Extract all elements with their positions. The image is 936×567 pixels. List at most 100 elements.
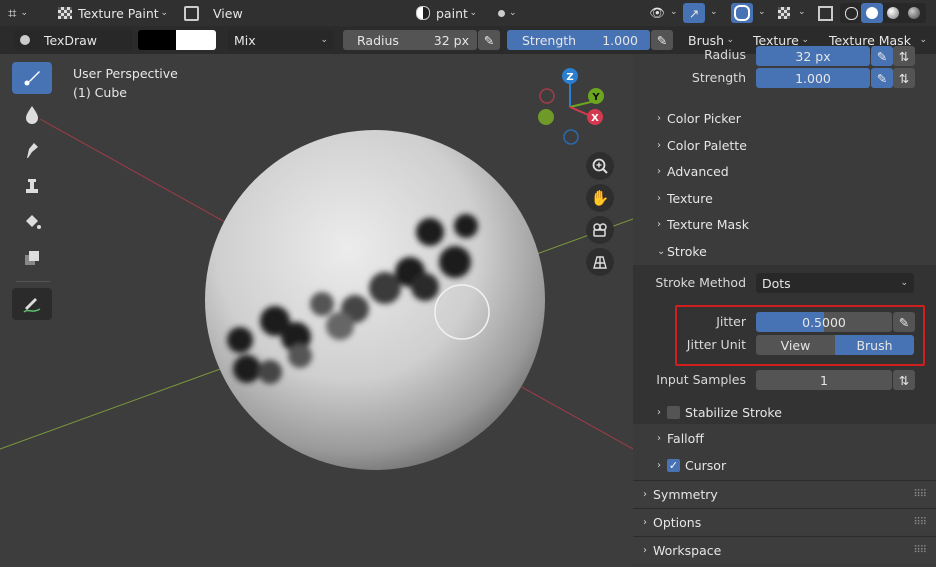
panel-workspace[interactable]: › Workspace ⠿⠿	[633, 537, 936, 563]
input-samples-label: Input Samples	[656, 372, 746, 387]
drag-grip-icon[interactable]: ⠿⠿	[913, 489, 927, 500]
radius-value: 32 px	[433, 32, 469, 48]
panel-color-palette[interactable]: › Color Palette	[633, 132, 936, 158]
blend-mode-label: Mix	[234, 32, 256, 48]
primary-color-swatch[interactable]	[138, 30, 176, 50]
jitter-unit-brush-label: Brush	[856, 337, 893, 353]
chevron-down-icon: ⌄	[509, 8, 517, 18]
blend-mode-dropdown[interactable]: Mix ⌄	[228, 30, 334, 50]
input-samples-unified-icon[interactable]: ⇅	[893, 370, 915, 390]
brush-selector[interactable]: TexDraw	[14, 30, 132, 50]
overlay-icon[interactable]	[731, 3, 753, 23]
tool-divider	[16, 281, 50, 282]
view-menu[interactable]: View	[213, 3, 243, 23]
radius-field[interactable]: Radius 32 px	[343, 30, 477, 50]
rendered-icon[interactable]	[903, 3, 925, 23]
panel-options[interactable]: › Options ⠿⠿	[633, 509, 936, 535]
drag-grip-icon[interactable]: ⠿⠿	[913, 517, 927, 528]
panel-stabilize-stroke[interactable]: › Stabilize Stroke	[633, 399, 936, 425]
paint-mode-dropdown[interactable]: paint ⌄	[410, 3, 483, 23]
chevron-down-icon: ⌄	[670, 7, 678, 17]
draw-brush-icon[interactable]	[12, 62, 52, 94]
panel-symmetry[interactable]: › Symmetry ⠿⠿	[633, 481, 936, 507]
eye-icon[interactable]: 👁	[646, 3, 668, 23]
panel-label: Stroke	[667, 243, 707, 259]
chevron-right-icon: ›	[657, 432, 661, 444]
panel-label: Advanced	[667, 163, 729, 179]
chevron-down-icon: ⌄	[919, 35, 927, 45]
stabilize-checkbox[interactable]	[667, 405, 680, 419]
jitter-field[interactable]: 0.5000	[756, 312, 892, 332]
panel-label: Texture	[667, 190, 713, 206]
panel-stroke[interactable]: ⌄ Stroke	[633, 238, 936, 264]
sidebar-radius-field[interactable]: 32 px	[756, 46, 870, 66]
annotate-icon[interactable]	[12, 288, 52, 320]
chevron-right-icon: ›	[657, 192, 661, 204]
solid-icon[interactable]	[861, 3, 883, 23]
drag-grip-icon[interactable]: ⠿⠿	[913, 545, 927, 556]
toggle-xray-icon[interactable]	[814, 3, 836, 23]
wireframe-icon[interactable]	[840, 3, 862, 23]
perspective-label: User Perspective	[73, 66, 178, 81]
panel-texture[interactable]: › Texture	[633, 185, 936, 211]
jitter-pressure-icon[interactable]: ✎	[893, 312, 915, 332]
pressure-strength-sidebar-icon[interactable]: ✎	[871, 68, 893, 88]
xray-icon[interactable]	[773, 3, 795, 23]
fill-brush-icon[interactable]	[12, 206, 52, 238]
header-bar: ⌗ ⌄ Texture Paint ⌄ View paint ⌄ ⌄ 👁 ⌄ ↗ …	[0, 0, 936, 26]
chevron-down-icon: ⌄	[160, 8, 168, 18]
pan-hand-icon[interactable]: ✋	[586, 184, 614, 212]
paint-mode-label: paint	[436, 5, 468, 21]
panel-cursor[interactable]: › ✓ Cursor	[633, 452, 936, 478]
secondary-color-swatch[interactable]	[176, 30, 216, 50]
panel-label: Options	[653, 514, 702, 530]
texture-paint-icon	[58, 7, 72, 19]
sidebar-strength-field[interactable]: 1.000	[756, 68, 870, 88]
paint-mode-icon	[416, 6, 430, 20]
strength-field[interactable]: Strength 1.000	[507, 30, 650, 50]
pivot-dropdown[interactable]: ⌄	[492, 3, 526, 23]
mode-dropdown[interactable]: Texture Paint ⌄	[52, 3, 174, 23]
mode-label: Texture Paint	[78, 5, 159, 21]
chevron-down-icon: ⌄	[657, 245, 666, 257]
chevron-down-icon: ⌄	[710, 7, 718, 17]
panel-label: Color Picker	[667, 110, 741, 126]
chevron-down-icon: ⌄	[758, 7, 766, 17]
jitter-value: 0.5000	[802, 315, 846, 330]
mask-brush-icon[interactable]	[12, 242, 52, 274]
panel-texture-mask[interactable]: › Texture Mask	[633, 211, 936, 237]
3d-viewport[interactable]: User Perspective (1) Cube Z Y X ✋	[0, 54, 633, 567]
chevron-right-icon: ›	[657, 112, 661, 124]
gizmo-icon[interactable]: ↗	[683, 3, 705, 23]
camera-icon[interactable]	[586, 216, 614, 244]
transform-menu[interactable]: ⌗ ⌄	[8, 3, 28, 23]
panel-color-picker[interactable]: › Color Picker	[633, 105, 936, 131]
zoom-icon[interactable]	[586, 152, 614, 180]
unified-icon[interactable]: ⇅	[893, 46, 915, 66]
jitter-label: Jitter	[716, 314, 746, 329]
jitter-unit-brush-button[interactable]: Brush	[835, 335, 914, 355]
sidebar-radius-value: 32 px	[795, 48, 831, 64]
soften-brush-icon[interactable]	[12, 98, 52, 130]
panel-label: Falloff	[667, 430, 704, 446]
properties-sidebar[interactable]: Radius 32 px ✎ ⇅ Strength 1.000 ✎ ⇅ › Col…	[633, 46, 936, 567]
clone-brush-icon[interactable]	[12, 170, 52, 202]
input-samples-field[interactable]: 1	[756, 370, 892, 390]
stroke-method-dropdown[interactable]: Dots ⌄	[756, 273, 914, 293]
tool-shelf	[12, 62, 54, 324]
pressure-radius-icon[interactable]: ✎	[478, 30, 500, 50]
radius-label: Radius	[357, 32, 399, 48]
chevron-right-icon: ›	[657, 218, 661, 230]
chevron-right-icon: ›	[657, 406, 661, 418]
grid-projection-icon[interactable]	[586, 248, 614, 276]
cursor-checkbox[interactable]: ✓	[667, 458, 680, 472]
smear-brush-icon[interactable]	[12, 134, 52, 166]
copy-icon[interactable]	[180, 3, 202, 23]
material-icon[interactable]	[882, 3, 904, 23]
navigation-gizmo[interactable]: Z Y X	[530, 64, 610, 154]
jitter-unit-view-button[interactable]: View	[756, 335, 835, 355]
unified-strength-icon[interactable]: ⇅	[893, 68, 915, 88]
panel-falloff[interactable]: › Falloff	[633, 425, 936, 451]
pressure-icon[interactable]: ✎	[871, 46, 893, 66]
panel-advanced[interactable]: › Advanced	[633, 158, 936, 184]
